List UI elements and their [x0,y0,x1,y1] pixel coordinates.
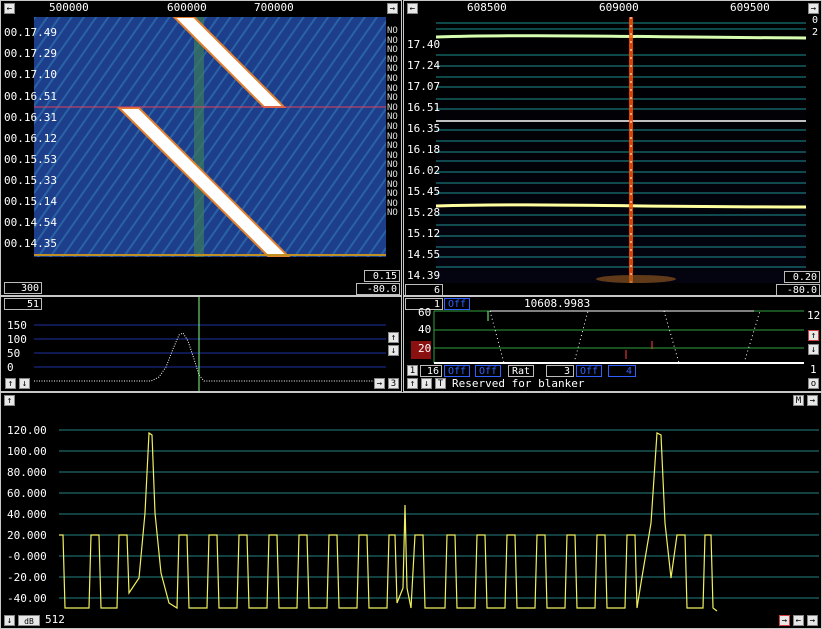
zero-level-box[interactable]: -80.0 [776,284,820,295]
time-label: 00.15.53 [4,153,57,166]
time-label: 00.15.33 [4,174,57,187]
left-spectrum-svg [34,297,386,391]
o-button[interactable]: o [808,378,819,389]
y-label-100: 100 [7,333,27,346]
right-bottom-value: 1 [810,363,817,376]
time-label: 00.17.29 [4,47,57,60]
left-spectrum-panel: 51 150 100 50 0 ↑ ↓ ↑ ↓ → 3 [0,296,402,392]
y-label: 120.00 [7,424,47,437]
off-value-3[interactable]: 4 [608,365,636,377]
right-waterfall-svg [436,17,806,283]
db-button[interactable]: dB [18,615,40,626]
y-label: -20.00 [7,571,47,584]
time-label: 15.45 [407,185,441,198]
ctrl-num-box[interactable]: 16 [420,365,442,377]
y-label: -0.000 [7,550,47,563]
up-arrow-button[interactable]: ↑ [5,378,16,389]
down-arrow-button[interactable]: ↓ [421,378,432,389]
rat-label: Rat [508,365,535,377]
side-value-second: 2 [812,27,819,38]
off-toggle-1[interactable]: Off [444,365,471,377]
right-waterfall-panel: ← → 608500 609000 609500 17.40 17.24 17.… [403,0,822,296]
time-label: 16.02 [407,164,441,177]
left-waterfall-panel: ← → 500000 600000 700000 00.17.49 00.17.… [0,0,402,296]
time-label: 00.14.54 [4,216,57,229]
time-label: 00.16.12 [4,132,57,145]
time-label: 16.35 [407,122,441,135]
freq-label-3: 700000 [254,1,294,14]
y-label-40: 40 [418,323,432,336]
y-label-50: 50 [7,347,21,360]
left-arrow-button[interactable]: ← [793,615,804,626]
left-waterfall-svg [34,17,386,257]
right-waterfall-image[interactable] [436,17,806,283]
y-label: 100.00 [7,445,47,458]
freq-label-3: 609500 [730,1,770,14]
y-label: 80.000 [7,466,47,479]
y-label-60: 60 [418,306,432,319]
time-label: 17.07 [407,80,441,93]
time-label: 00.16.51 [4,90,57,103]
rat-value[interactable]: 3 [546,365,574,377]
scale-up-button[interactable]: ↑ [808,330,819,341]
no-labels-column: NO NO NO NO NO NO NO NO NO NO NO NO NO N… [387,26,401,219]
right-arrow-button-2[interactable]: → [807,615,818,626]
gain-box[interactable]: 0.20 [784,271,820,283]
scale-down-button[interactable]: ↓ [808,344,819,355]
scale-up-button[interactable]: ↑ [388,332,399,343]
time-label: 00.17.49 [4,26,57,39]
y-label-150: 150 [7,319,27,332]
up-arrow-button[interactable]: ↑ [407,378,418,389]
left-arrow-button[interactable]: ← [407,3,418,14]
time-label: 16.51 [407,101,441,114]
y-label-20: 20 [418,342,432,355]
zero-level-box[interactable]: -80.0 [356,283,400,295]
time-label: 00.16.31 [4,111,57,124]
avg-count-box[interactable]: 6 [405,284,443,295]
right-spectrum-panel: 1 Off 10608.9983 60 40 20 12 ↑ ↓ 1 o 1 1… [403,296,822,392]
status-text: Reserved for blanker [452,377,585,390]
time-label: 17.40 [407,38,441,51]
left-arrow-button[interactable]: ← [4,3,15,14]
time-label: 00.15.14 [4,195,57,208]
y-label-0: 0 [7,361,14,374]
right-arrow-button[interactable]: → [808,3,819,14]
off-toggle-3[interactable]: Off [576,365,603,377]
down-arrow-button[interactable]: ↓ [4,615,15,626]
time-label: 17.24 [407,59,441,72]
down-arrow-button[interactable]: ↓ [19,378,30,389]
right-arrow-button[interactable]: → [387,3,398,14]
bottom-graph-panel: ↑ M → 120.00 100.00 80.000 60.000 40.000… [0,392,822,629]
right-arrow-button[interactable]: → [374,378,385,389]
freq-label-2: 600000 [167,1,207,14]
right-arrow-button[interactable]: → [779,615,790,626]
bins-label: 512 [45,613,65,626]
bottom-graph-svg [59,429,819,612]
time-label: 16.18 [407,143,441,156]
time-label: 14.39 [407,269,441,282]
y-label: 20.000 [7,529,47,542]
time-label: 00.17.10 [4,68,57,81]
gain-box[interactable]: 0.15 [364,270,400,282]
freq-label-1: 500000 [49,1,89,14]
no-label: NO [387,208,398,219]
y-label: 60.000 [7,487,47,500]
left-waterfall-image[interactable] [34,17,386,257]
off-toggle-2[interactable]: Off [475,365,502,377]
right-top-value: 12 [807,309,821,322]
avg-count-box[interactable]: 300 [4,282,42,294]
time-label: 14.55 [407,248,441,261]
y-label: 40.000 [7,508,47,521]
t-button[interactable]: T [435,378,446,389]
one-button[interactable]: 1 [407,365,418,376]
scale-down-button[interactable]: ↓ [388,345,399,356]
freq-label-1: 608500 [467,1,507,14]
value-3-button[interactable]: 3 [388,378,399,389]
y-label: -40.00 [7,592,47,605]
time-label: 15.28 [407,206,441,219]
freq-label-2: 609000 [599,1,639,14]
time-label: 15.12 [407,227,441,240]
time-label: 00.14.35 [4,237,57,250]
side-value-top: 0 [812,15,819,26]
